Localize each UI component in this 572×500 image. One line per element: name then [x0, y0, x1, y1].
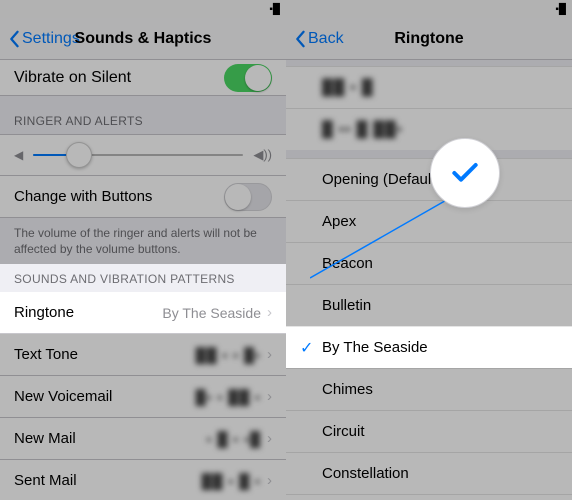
battery-icon: ▪█	[269, 4, 280, 15]
row-label: New Mail	[14, 430, 76, 447]
option-label: ██ ▪ █	[322, 79, 374, 96]
section-ringer: RINGER AND ALERTS	[0, 96, 286, 134]
slider-track[interactable]	[33, 154, 243, 156]
status-bar: ▪█	[0, 0, 286, 18]
vibrate-silent-row[interactable]: Vibrate on Silent	[0, 60, 286, 96]
volume-note: The volume of the ringer and alerts will…	[0, 218, 286, 264]
vibrate-silent-toggle[interactable]	[224, 64, 272, 92]
option-label: By The Seaside	[322, 339, 428, 356]
right-screen: ▪█ Back Ringtone ██ ▪ █ █ ▪▪ █ ██▪ Openi…	[286, 0, 572, 500]
nav-bar: Back Ringtone	[286, 18, 572, 60]
option-label: Apex	[322, 213, 356, 230]
ringtone-option[interactable]: Chimes	[286, 368, 572, 410]
option-label: Constellation	[322, 465, 409, 482]
checkmark-icon: ✓	[300, 338, 322, 358]
ringtone-option[interactable]: ██ ▪ █	[286, 66, 572, 108]
status-bar: ▪█	[286, 0, 572, 18]
row-value: ▪ █ ▪ ▪█	[207, 431, 261, 447]
check-icon	[449, 157, 481, 189]
chevron-left-icon	[8, 30, 20, 48]
sent-mail-row[interactable]: Sent Mail ██ ▪ █ ▪ ›	[0, 460, 286, 500]
option-label: Chimes	[322, 381, 373, 398]
back-label: Back	[308, 30, 344, 48]
ringtone-option[interactable]: Bulletin	[286, 284, 572, 326]
vibrate-silent-label: Vibrate on Silent	[14, 69, 131, 87]
new-voicemail-row[interactable]: New Voicemail █▪ ▪ ██ ▪ ›	[0, 376, 286, 418]
ringtone-option[interactable]: Beacon	[286, 242, 572, 284]
row-value: ██ ▪ ▪ █▪	[196, 347, 261, 363]
change-buttons-row[interactable]: Change with Buttons	[0, 176, 286, 218]
slider-knob[interactable]	[66, 142, 92, 168]
ringtone-option[interactable]: Constellation	[286, 452, 572, 494]
ringtone-option[interactable]: Opening (Default)	[286, 158, 572, 200]
option-label: Bulletin	[322, 297, 371, 314]
back-label: Settings	[22, 30, 80, 48]
chevron-right-icon: ›	[267, 304, 272, 321]
option-label: Circuit	[322, 423, 365, 440]
chevron-left-icon	[294, 30, 306, 48]
volume-slider-row[interactable]: ◀ ◀))	[0, 134, 286, 176]
ringtone-option-selected[interactable]: ✓ By The Seaside	[286, 326, 572, 368]
ringtone-value: By The Seaside	[162, 305, 261, 321]
ringtone-option[interactable]: █ ▪▪ █ ██▪	[286, 108, 572, 150]
row-label: Sent Mail	[14, 472, 77, 489]
change-buttons-label: Change with Buttons	[14, 188, 152, 205]
row-label: Text Tone	[14, 346, 78, 363]
option-label: Opening (Default)	[322, 171, 440, 188]
speaker-low-icon: ◀	[14, 148, 23, 162]
back-button[interactable]: Settings	[8, 30, 80, 48]
new-mail-row[interactable]: New Mail ▪ █ ▪ ▪█ ›	[0, 418, 286, 460]
row-label: New Voicemail	[14, 388, 112, 405]
ringtone-option[interactable]: Apex	[286, 200, 572, 242]
back-button[interactable]: Back	[294, 30, 344, 48]
left-screen: ▪█ Settings Sounds & Haptics Vibrate on …	[0, 0, 286, 500]
section-patterns: SOUNDS AND VIBRATION PATTERNS	[0, 264, 286, 292]
row-value: █▪ ▪ ██ ▪	[196, 389, 261, 405]
change-buttons-toggle[interactable]	[224, 183, 272, 211]
chevron-right-icon: ›	[267, 388, 272, 405]
chevron-right-icon: ›	[267, 472, 272, 489]
ringtone-option[interactable]: Circuit	[286, 410, 572, 452]
option-label: █ ▪▪ █ ██▪	[322, 121, 403, 138]
text-tone-row[interactable]: Text Tone ██ ▪ ▪ █▪ ›	[0, 334, 286, 376]
row-value: ██ ▪ █ ▪	[202, 473, 261, 489]
ringtone-row[interactable]: Ringtone By The Seaside ›	[0, 292, 286, 334]
ringtone-label: Ringtone	[14, 304, 74, 321]
spacer	[286, 150, 572, 158]
option-label: Beacon	[322, 255, 373, 272]
nav-bar: Settings Sounds & Haptics	[0, 18, 286, 60]
battery-icon: ▪█	[555, 4, 566, 15]
chevron-right-icon: ›	[267, 346, 272, 363]
callout-check-bubble	[430, 138, 500, 208]
ringtone-option[interactable]: Cosmic	[286, 494, 572, 500]
speaker-high-icon: ◀))	[253, 147, 272, 163]
chevron-right-icon: ›	[267, 430, 272, 447]
